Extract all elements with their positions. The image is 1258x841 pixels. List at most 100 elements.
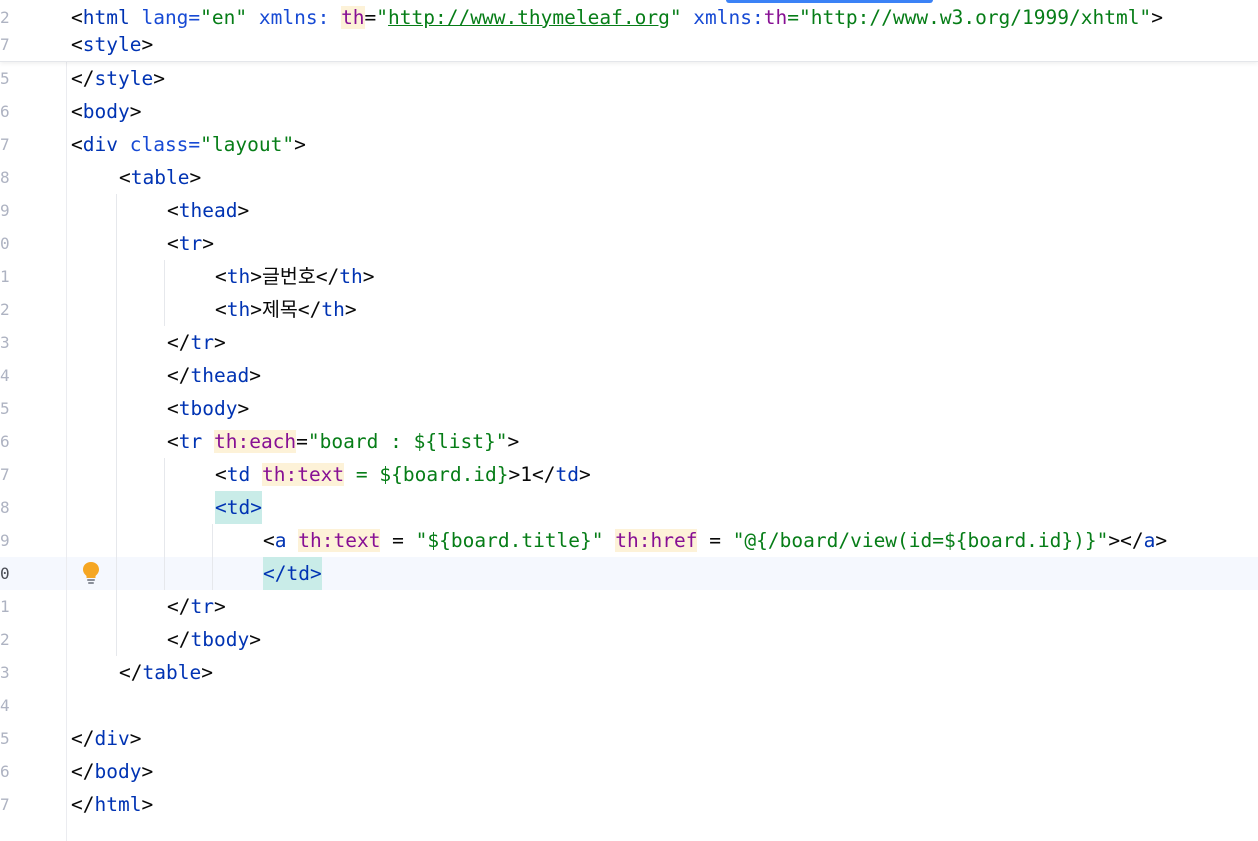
line-number: 4: [0, 696, 10, 715]
tag-name: td: [555, 463, 580, 486]
line-number: 7: [0, 465, 10, 484]
bracket: <: [71, 33, 83, 56]
code-line[interactable]: 2 </tbody>: [0, 623, 1258, 656]
line-code: <tr th:each="board : ${list}">: [167, 425, 519, 458]
code-line[interactable]: 5 </div>: [0, 722, 1258, 755]
sticky-lines-header: 2 <html lang="en" xmlns: th="http://www.…: [0, 0, 1258, 62]
attr-value: "en": [200, 6, 248, 29]
code-line[interactable]: 5 <tbody>: [0, 392, 1258, 425]
sticky-line-html[interactable]: 2 <html lang="en" xmlns: th="http://www.…: [0, 4, 1258, 31]
bracket: <: [119, 166, 131, 189]
current-code-line[interactable]: 0 </td>: [0, 557, 1258, 590]
bracket: </: [119, 661, 143, 684]
line-number: 2: [0, 8, 10, 27]
thymeleaf-prefix: th: [341, 6, 365, 29]
tag-name: thead: [190, 364, 250, 387]
thymeleaf-prefix: th: [763, 6, 788, 29]
code-line[interactable]: 3 </tr>: [0, 326, 1258, 359]
indent-guide: [164, 260, 165, 326]
code-line[interactable]: 5 </style>: [0, 62, 1258, 95]
bracket: >: [1151, 6, 1163, 29]
bracket: >: [189, 166, 202, 189]
bracket: >: [202, 232, 214, 255]
code-line[interactable]: 1 </tr>: [0, 590, 1258, 623]
line-code: <tbody>: [167, 392, 249, 425]
line-number: 8: [0, 498, 10, 517]
attr-value: "@{/board/view(id=${board.id})}": [732, 529, 1109, 552]
bracket: >: [507, 430, 520, 453]
bracket: >: [213, 595, 226, 618]
code-line[interactable]: 9 <thead>: [0, 194, 1258, 227]
code-line[interactable]: 7 <td th:text = ${board.id}>1</td>: [0, 458, 1258, 491]
code-line[interactable]: 6 </body>: [0, 755, 1258, 788]
matched-tag-highlight: </td>: [263, 557, 322, 590]
tag-name: th: [226, 298, 251, 321]
bracket: </: [71, 67, 95, 90]
attr-value: "${board.title}": [415, 529, 604, 552]
bracket: <: [167, 232, 179, 255]
tag-name: td: [226, 463, 251, 486]
bracket: <: [71, 133, 83, 156]
attr-value: = ${board.id}: [344, 463, 509, 486]
line-code: <div class="layout">: [71, 128, 306, 161]
line-code: <th>제목</th>: [215, 293, 357, 326]
tag-name: th: [321, 298, 345, 321]
tag-name: a: [1143, 529, 1156, 552]
equals: =: [296, 430, 308, 453]
thymeleaf-attr: th:text: [298, 529, 381, 552]
thymeleaf-attr: th:text: [261, 463, 345, 486]
bracket: >: [250, 298, 262, 321]
bracket: >: [249, 628, 261, 651]
code-line[interactable]: 6 <body>: [0, 95, 1258, 128]
bracket: >: [237, 397, 250, 420]
namespace-url-link[interactable]: http://www.thymeleaf.org: [388, 6, 670, 29]
tag-name: tbody: [178, 397, 238, 420]
bracket: >: [237, 199, 250, 222]
code-line[interactable]: 4: [0, 689, 1258, 722]
code-line[interactable]: 8 <table>: [0, 161, 1258, 194]
line-number: 7: [0, 35, 10, 54]
code-line[interactable]: 3 </table>: [0, 656, 1258, 689]
tag-name: tbody: [190, 628, 250, 651]
code-line[interactable]: 1 <th>글번호</th>: [0, 260, 1258, 293]
bracket: >: [508, 463, 521, 486]
line-code: </tr>: [167, 326, 226, 359]
sticky-line-style[interactable]: 7 <style>: [0, 31, 1258, 58]
line-number: 1: [0, 597, 10, 616]
line-code: </style>: [71, 62, 165, 95]
code-line[interactable]: 6 <tr th:each="board : ${list}">: [0, 425, 1258, 458]
line-number: 8: [0, 168, 10, 187]
line-number: 9: [0, 531, 10, 550]
tag-name: th: [226, 265, 251, 288]
tag-name: div: [94, 727, 130, 750]
tag-name: tr: [190, 331, 214, 354]
code-line[interactable]: 7 </html>: [0, 788, 1258, 821]
text-content: 1: [520, 463, 533, 486]
tag-name: div: [82, 133, 118, 156]
tag-name: html: [94, 793, 142, 816]
line-code: <th>글번호</th>: [215, 260, 375, 293]
bracket: >: [201, 661, 213, 684]
code-line[interactable]: 8 <td>: [0, 491, 1258, 524]
bracket: </: [71, 760, 95, 783]
line-number: 3: [0, 333, 10, 352]
lightbulb-icon[interactable]: [80, 560, 102, 586]
code-line[interactable]: 9 <a th:text = "${board.title}" th:href …: [0, 524, 1258, 557]
tag-name: body: [82, 100, 130, 123]
line-code: <a th:text = "${board.title}" th:href = …: [263, 524, 1167, 557]
code-line[interactable]: 2 <th>제목</th>: [0, 293, 1258, 326]
scrollbar-thumb[interactable]: [726, 0, 933, 3]
line-number: 2: [0, 300, 10, 319]
code-editor[interactable]: 2 <html lang="en" xmlns: th="http://www.…: [0, 0, 1258, 841]
code-line[interactable]: 4 </thead>: [0, 359, 1258, 392]
gutter-divider: [66, 0, 67, 841]
tag-name: th: [339, 265, 363, 288]
line-number: 9: [0, 201, 10, 220]
tag-name: tr: [178, 430, 203, 453]
quote: ": [669, 6, 682, 29]
code-line[interactable]: 0 <tr>: [0, 227, 1258, 260]
indent-guide: [116, 194, 117, 656]
code-line[interactable]: 7 <div class="layout">: [0, 128, 1258, 161]
